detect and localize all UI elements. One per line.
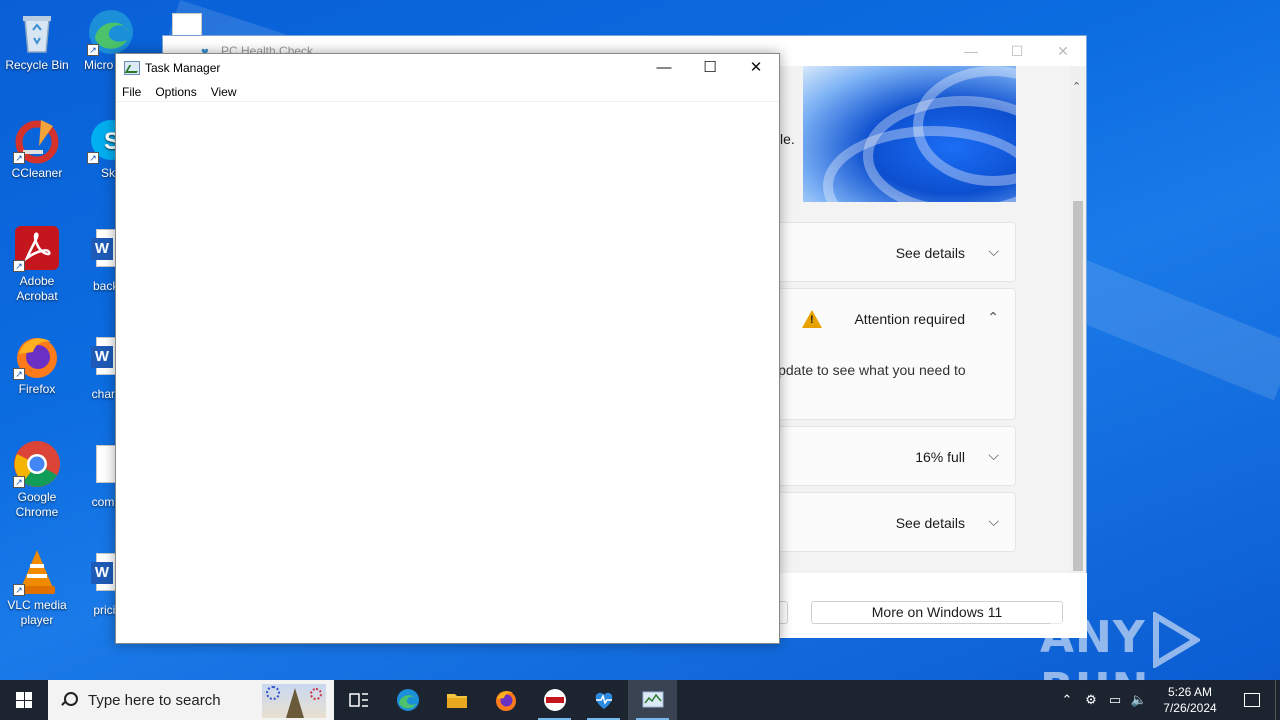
shortcut-arrow-icon: ↗ (87, 44, 99, 56)
warning-icon: ! (802, 310, 822, 328)
chevron-up-icon[interactable]: ⌃ (987, 309, 999, 326)
card-label: See details (895, 515, 965, 531)
desktop-icon-ccleaner[interactable]: ↗ CCleaner (0, 116, 74, 181)
task-manager-icon (124, 61, 140, 75)
minimize-button[interactable]: — (948, 36, 994, 66)
volume-icon[interactable]: 🔈 (1127, 692, 1151, 708)
desktop-icon-label: Recycle Bin (5, 58, 69, 72)
recycle-bin-icon (13, 8, 61, 56)
partial-text: le. (780, 131, 795, 147)
chevron-down-icon[interactable]: ⌵ (988, 243, 999, 260)
firefox-icon: ↗ (13, 332, 61, 380)
menu-options[interactable]: Options (155, 82, 203, 101)
close-button[interactable]: ✕ (733, 54, 779, 82)
taskbar-search-box[interactable]: Type here to search (48, 680, 334, 720)
shortcut-arrow-icon: ↗ (13, 476, 25, 488)
windows-11-bloom-image (803, 66, 1016, 202)
windows-logo-icon (16, 692, 32, 708)
adobe-acrobat-icon: ↗ (13, 224, 61, 272)
firefox-icon (495, 691, 516, 711)
maximize-button[interactable]: ☐ (994, 36, 1040, 66)
action-center-button[interactable] (1229, 680, 1275, 720)
taskbar-file-explorer[interactable] (432, 680, 481, 720)
desktop-icon-google-chrome[interactable]: ↗ Google Chrome (0, 440, 74, 520)
edge-icon: ↗ (87, 8, 135, 56)
folder-icon (446, 694, 467, 708)
taskbar: Type here to search ⌃ ⚙ ▭ 🔈 5:26 AM 7/26… (0, 680, 1280, 720)
chevron-down-icon[interactable]: ⌵ (988, 513, 999, 530)
taskbar-clock[interactable]: 5:26 AM 7/26/2024 (1151, 684, 1229, 716)
shortcut-arrow-icon: ↗ (13, 152, 25, 164)
desktop-icon-recycle-bin[interactable]: Recycle Bin (0, 8, 74, 73)
heart-pulse-icon (595, 692, 612, 709)
clock-date: 7/26/2024 (1163, 701, 1217, 715)
taskbar-task-manager[interactable] (628, 680, 677, 720)
taskbar-pc-health-check[interactable] (579, 680, 628, 720)
scroll-up-icon[interactable]: ⌃ (1072, 80, 1081, 93)
task-manager-window[interactable]: Task Manager — ☐ ✕ File Options View (115, 53, 780, 644)
shortcut-arrow-icon: ↗ (13, 368, 25, 380)
health-card-windows-update[interactable]: ! Attention required ⌃ Update to see wha… (763, 288, 1016, 420)
network-icon[interactable]: ▭ (1103, 692, 1127, 708)
maximize-button[interactable]: ☐ (687, 54, 733, 82)
desktop-icon-label: VLC media player (7, 598, 67, 627)
task-view-button[interactable] (334, 680, 383, 720)
chevron-down-icon[interactable]: ⌵ (988, 447, 999, 464)
card-label: See details (895, 245, 965, 261)
desktop-icon-label: Adobe Acrobat (16, 274, 58, 303)
search-highlight-image (262, 684, 326, 718)
desktop-icon-vlc[interactable]: ↗ VLC media player (0, 548, 74, 628)
play-logo-icon (1152, 612, 1200, 668)
vlc-icon: ↗ (13, 548, 61, 596)
task-manager-content (116, 102, 779, 642)
card-label: Attention required (854, 311, 965, 327)
system-tray: ⌃ ⚙ ▭ 🔈 5:26 AM 7/26/2024 (1055, 680, 1280, 720)
health-card-storage[interactable]: 16% full ⌵ (763, 426, 1016, 486)
search-placeholder: Type here to search (88, 691, 221, 709)
more-on-windows-11-button[interactable]: More on Windows 11 (811, 601, 1063, 624)
taskbar-edge[interactable] (383, 680, 432, 720)
taskbar-firefox[interactable] (481, 680, 530, 720)
menu-bar: File Options View (116, 82, 779, 102)
desktop-icon-label: Firefox (18, 382, 56, 396)
show-desktop-button[interactable] (1275, 680, 1280, 720)
clock-time: 5:26 AM (1167, 685, 1213, 699)
shortcut-arrow-icon: ↗ (13, 260, 25, 272)
card-body-text: Update to see what you need to (768, 362, 966, 378)
taskbar-app-red[interactable] (530, 680, 579, 720)
menu-file[interactable]: File (122, 82, 148, 101)
task-manager-titlebar[interactable]: Task Manager — ☐ ✕ (116, 54, 779, 82)
health-card-see-details-2[interactable]: See details ⌵ (763, 492, 1016, 552)
scrollbar[interactable]: ⌃ (1070, 66, 1086, 573)
app-badge-icon (543, 689, 566, 711)
scrollbar-thumb[interactable] (1073, 201, 1083, 571)
shortcut-arrow-icon: ↗ (87, 152, 99, 164)
close-button[interactable]: ✕ (1040, 36, 1086, 66)
menu-view[interactable]: View (211, 82, 244, 101)
edge-icon (396, 689, 419, 711)
chrome-icon: ↗ (13, 440, 61, 488)
desktop-icon-firefox[interactable]: ↗ Firefox (0, 332, 74, 397)
shortcut-arrow-icon: ↗ (13, 584, 25, 596)
desktop-icon-label: CCleaner (11, 166, 63, 180)
ccleaner-icon: ↗ (13, 116, 61, 164)
health-card-see-details[interactable]: See details ⌵ (763, 222, 1016, 282)
desktop-icon-label: Google Chrome (15, 490, 59, 519)
watermark-text-left: ANY (1040, 612, 1146, 663)
start-button[interactable] (0, 680, 48, 720)
desktop-icon-adobe-acrobat[interactable]: ↗ Adobe Acrobat (0, 224, 74, 304)
card-label: 16% full (915, 449, 965, 465)
network-device-icon[interactable]: ⚙ (1079, 692, 1103, 708)
window-title: Task Manager (145, 61, 221, 75)
minimize-button[interactable]: — (641, 54, 687, 82)
task-view-icon (348, 693, 368, 707)
show-hidden-icons-chevron-icon[interactable]: ⌃ (1055, 692, 1079, 708)
task-manager-icon (642, 691, 663, 708)
notification-icon (1244, 693, 1260, 707)
search-icon (60, 692, 78, 708)
